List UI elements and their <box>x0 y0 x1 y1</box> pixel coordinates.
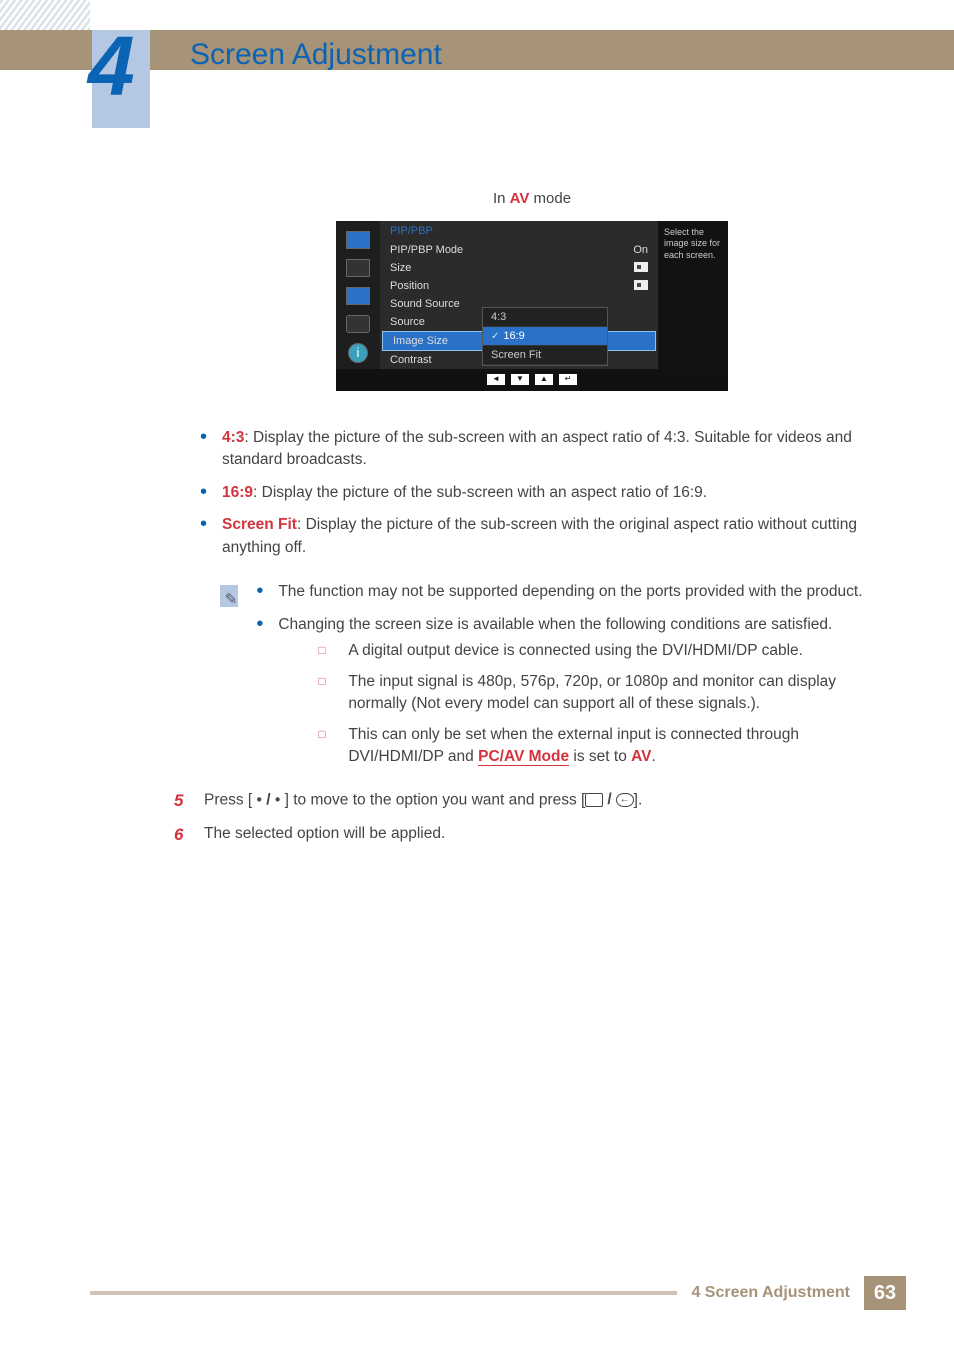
osd-menu: i PIP/PBP PIP/PBP ModeOn Size Position S… <box>336 221 728 391</box>
osd-row-size: Size <box>380 259 658 277</box>
size-glyph-icon <box>634 262 648 272</box>
osd-title: PIP/PBP <box>380 221 658 241</box>
step-6: 6 The selected option will be applied. <box>174 823 864 848</box>
osd-row-pipmode: PIP/PBP ModeOn <box>380 241 658 259</box>
list-item: The input signal is 480p, 576p, 720p, or… <box>318 671 864 716</box>
gear-icon <box>346 315 370 333</box>
mode-label: In AV mode <box>200 190 864 207</box>
osd-popup-option: Screen Fit <box>483 346 607 365</box>
monitor-icon <box>346 231 370 249</box>
nav-down-icon: ▼ <box>511 374 529 385</box>
list-item: 16:9: Display the picture of the sub-scr… <box>200 482 864 504</box>
mode-suffix: mode <box>529 190 571 207</box>
osd-row-position: Position <box>380 277 658 295</box>
step-number: 5 <box>174 789 188 814</box>
list-item: This can only be set when the external i… <box>318 724 864 769</box>
osd-popup-option: 4:3 <box>483 308 607 327</box>
page-number: 63 <box>864 1276 906 1310</box>
screen-icon <box>585 793 603 807</box>
position-glyph-icon <box>634 280 648 290</box>
footer-label: 4 Screen Adjustment <box>691 1284 850 1302</box>
note-icon <box>220 585 238 607</box>
list-item: The function may not be supported depend… <box>256 581 864 603</box>
osd-popup-option-selected: 16:9 <box>483 327 607 346</box>
note-list: The function may not be supported depend… <box>256 581 864 768</box>
aspect-ratio-list: 4:3: Display the picture of the sub-scre… <box>200 427 864 559</box>
osd-sidebar: i <box>336 221 380 369</box>
pip-icon <box>346 259 370 277</box>
osd-nav-bar: ◄ ▼ ▲ ↵ <box>336 371 728 387</box>
nav-enter-icon: ↵ <box>559 374 577 385</box>
nav-up-icon: ▲ <box>535 374 553 385</box>
step-number: 6 <box>174 823 188 848</box>
list-icon <box>346 287 370 305</box>
page-footer: 4 Screen Adjustment 63 <box>0 1276 954 1310</box>
chapter-number: 4 <box>88 18 131 115</box>
page-title: Screen Adjustment <box>190 38 442 72</box>
enter-icon <box>616 793 634 807</box>
osd-help-panel: Select the image size for each screen. <box>658 221 728 369</box>
note-sublist: A digital output device is connected usi… <box>278 640 864 768</box>
nav-left-icon: ◄ <box>487 374 505 385</box>
list-item: Screen Fit: Display the picture of the s… <box>200 514 864 559</box>
info-icon: i <box>348 343 368 363</box>
footer-rule <box>90 1291 677 1295</box>
step-5: 5 Press [ • / • ] to move to the option … <box>174 789 864 814</box>
osd-popup: 4:3 16:9 Screen Fit <box>482 307 608 366</box>
mode-prefix: In <box>493 190 510 207</box>
list-item: A digital output device is connected usi… <box>318 640 864 662</box>
list-item: 4:3: Display the picture of the sub-scre… <box>200 427 864 472</box>
list-item: Changing the screen size is available wh… <box>256 614 864 769</box>
mode-av: AV <box>510 190 530 207</box>
